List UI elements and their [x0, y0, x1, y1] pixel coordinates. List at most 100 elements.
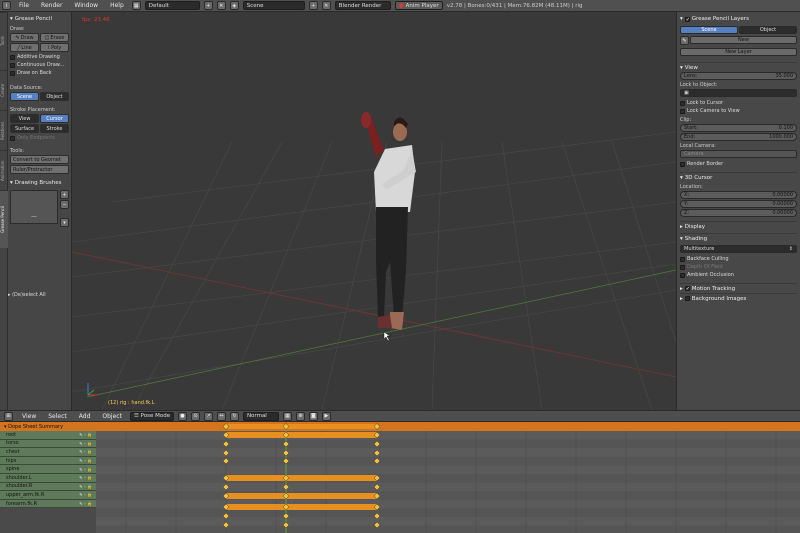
shading-mode-select[interactable]: Multitexture ⇕	[680, 245, 797, 253]
pivot-point-icon[interactable]: ⊙	[190, 411, 200, 421]
menu-object[interactable]: Object	[98, 413, 126, 420]
grease-pencil-icon[interactable]: ✎	[680, 36, 689, 45]
data-source-scene-button[interactable]: Scene	[10, 92, 39, 101]
dopesheet-keyframe-area[interactable]	[96, 422, 800, 533]
channel-toggle-icons[interactable]: ✎◦🔒	[79, 484, 93, 489]
channel-toggle-icons[interactable]: ✎◦🔒	[79, 441, 93, 446]
render-icon[interactable]: ◙	[308, 411, 318, 421]
draw-on-back-checkbox[interactable]: Draw on Back	[10, 69, 69, 77]
clip-end-field[interactable]: End: 1000.000	[680, 133, 797, 141]
channel-row[interactable]: root ✎◦🔒	[0, 431, 96, 440]
layer-grid-icon[interactable]: ▦	[282, 411, 292, 421]
cursor-x-field[interactable]: X: 0.00000	[680, 191, 797, 199]
lock-camera-checkbox[interactable]: Lock Camera to View	[680, 107, 797, 115]
3d-cursor-header[interactable]: ▾ 3D Cursor	[680, 172, 797, 182]
menu-select[interactable]: Select	[44, 413, 71, 420]
viewport-shading-icon[interactable]: ●	[177, 411, 187, 421]
scene-icon[interactable]: ◈	[229, 1, 239, 10]
dopesheet-summary-row[interactable]: ▾ Dope Sheet Summary	[0, 422, 96, 431]
tab-create[interactable]: Create	[0, 70, 8, 110]
channel-row[interactable]: torso ✎◦🔒	[0, 439, 96, 449]
tab-tools[interactable]: Tools	[0, 12, 8, 70]
drawing-brushes-header[interactable]: ▾ Drawing Brushes	[10, 178, 69, 187]
cursor-y-field[interactable]: Y: 0.00000	[680, 200, 797, 208]
remove-brush-button[interactable]: −	[60, 200, 69, 209]
anim-player-button[interactable]: ● Anim Player	[394, 1, 443, 10]
3d-viewport[interactable]: fps: 23.48 (12) rig : hand.fk.L	[72, 12, 676, 410]
background-images-checkbox[interactable]	[684, 296, 690, 301]
new-gp-button[interactable]: New	[690, 36, 797, 44]
line-button[interactable]: ╱ Line	[10, 43, 39, 52]
tab-animation[interactable]: Animation	[0, 150, 8, 190]
backface-culling-checkbox[interactable]: Backface Culling	[680, 255, 797, 263]
channel-row[interactable]: forearm.fk.R ✎◦🔒	[0, 499, 96, 509]
placement-view-button[interactable]: View	[10, 114, 39, 123]
ruler-protractor-button[interactable]: Ruler/Protractor	[10, 165, 69, 174]
depth-of-field-checkbox[interactable]: Depth Of Field	[680, 263, 797, 271]
channel-toggle-icons[interactable]: ✎◦🔒	[79, 432, 93, 437]
channel-toggle-icons[interactable]: ✎◦🔒	[79, 501, 93, 506]
close-layout-button[interactable]: ✕	[216, 1, 226, 10]
last-operator-panel[interactable]: ▸ (De)select All	[8, 292, 72, 298]
menu-window[interactable]: Window	[70, 2, 102, 9]
channel-toggle-icons[interactable]: ✎◦🔒	[79, 449, 93, 454]
motion-tracking-checkbox[interactable]	[684, 286, 690, 291]
close-scene-button[interactable]: ✕	[321, 1, 331, 10]
camera-icon[interactable]: ▶	[321, 411, 331, 421]
brush-item[interactable]: —	[31, 213, 37, 220]
menu-render[interactable]: Render	[37, 2, 66, 9]
convert-to-geometry-button[interactable]: Convert to Geomet	[10, 155, 69, 164]
continuous-draw-checkbox[interactable]: Continuous Draw...	[10, 61, 69, 69]
channel-row[interactable]: shoulder.R ✎◦🔒	[0, 482, 96, 492]
view-header[interactable]: ▾ View	[680, 62, 797, 72]
mode-select[interactable]: ☰ Pose Mode	[129, 411, 174, 421]
tab-grease-pencil[interactable]: Grease Pencil	[0, 190, 8, 248]
gp-layers-header[interactable]: ▾Grease Pencil Layers	[680, 14, 797, 24]
gp-scene-tab[interactable]: Scene	[680, 26, 738, 34]
data-source-object-button[interactable]: Object	[40, 92, 69, 101]
editor-type-icon[interactable]: i	[2, 1, 11, 10]
gp-layers-checkbox[interactable]	[684, 16, 690, 22]
grease-pencil-panel-header[interactable]: ▾ Grease Pencil	[10, 14, 69, 23]
add-scene-button[interactable]: +	[308, 1, 318, 10]
channel-row[interactable]: chest ✎◦🔒	[0, 448, 96, 457]
add-layout-button[interactable]: +	[203, 1, 213, 10]
placement-cursor-button[interactable]: Cursor	[40, 114, 69, 123]
menu-file[interactable]: File	[15, 2, 33, 9]
layout-icon[interactable]: ▦	[131, 1, 141, 10]
placement-surface-button[interactable]: Surface	[10, 124, 39, 133]
lens-field[interactable]: Lens: 35.000	[680, 72, 797, 80]
menu-help[interactable]: Help	[106, 2, 128, 9]
channel-toggle-icons[interactable]: ✎◦🔒	[79, 458, 93, 463]
editor-type-icon[interactable]: ⊞	[4, 411, 13, 421]
snap-icon[interactable]: ⊕	[295, 411, 305, 421]
add-brush-button[interactable]: +	[60, 190, 69, 199]
cursor-z-field[interactable]: Z: 0.00000	[680, 209, 797, 217]
manipulator-icon[interactable]: ↗	[203, 411, 213, 421]
channel-toggle-icons[interactable]: ✎◦🔒	[79, 475, 93, 480]
placement-stroke-button[interactable]: Stroke	[40, 124, 69, 133]
ambient-occlusion-checkbox[interactable]: Ambient Occlusion	[680, 271, 797, 279]
poly-button[interactable]: ⌇ Poly	[40, 43, 69, 52]
motion-tracking-header[interactable]: ▸Motion Tracking	[680, 283, 797, 293]
new-layer-button[interactable]: New Layer	[680, 48, 797, 56]
tab-relations[interactable]: Relations	[0, 110, 8, 150]
additive-drawing-checkbox[interactable]: Additive Drawing	[10, 53, 69, 61]
menu-view[interactable]: View	[18, 413, 40, 420]
channel-toggle-icons[interactable]: ✎◦🔒	[79, 467, 93, 472]
gp-object-tab[interactable]: Object	[739, 26, 797, 34]
only-endpoints-checkbox[interactable]: Only Endpoints	[10, 134, 69, 142]
display-header[interactable]: ▸ Display	[680, 221, 797, 231]
rotate-icon[interactable]: ↻	[229, 411, 239, 421]
lock-to-cursor-checkbox[interactable]: Lock to Cursor	[680, 99, 797, 107]
shading-header[interactable]: ▾ Shading	[680, 233, 797, 243]
scene-select[interactable]: Scene	[242, 1, 305, 10]
channel-row[interactable]: shoulder.L ✎◦🔒	[0, 473, 96, 483]
brush-specials-button[interactable]: ▾	[60, 218, 69, 227]
transform-orientation-select[interactable]: Normal	[242, 411, 279, 421]
render-engine-select[interactable]: Blender Render	[334, 1, 391, 10]
menu-add[interactable]: Add	[75, 413, 95, 420]
render-border-checkbox[interactable]: Render Border	[680, 160, 797, 168]
draw-button[interactable]: ✎ Draw	[10, 33, 39, 42]
channel-row[interactable]: upper_arm.fk.R ✎◦🔒	[0, 491, 96, 500]
